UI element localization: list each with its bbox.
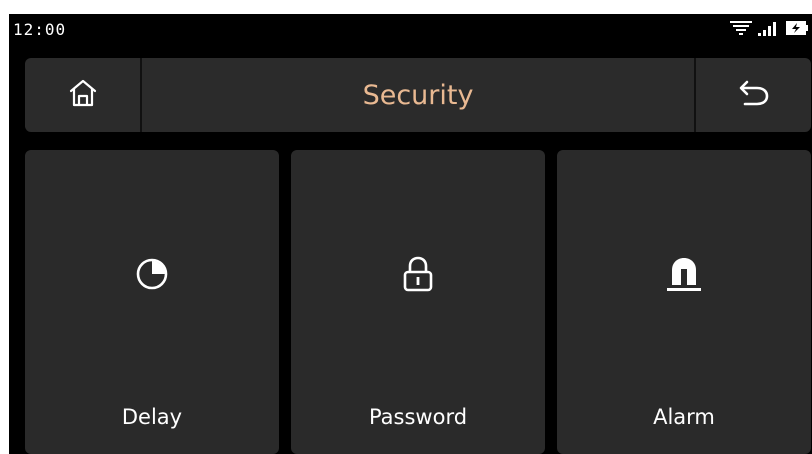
home-button[interactable] — [25, 58, 140, 132]
tile-label-alarm: Alarm — [653, 405, 715, 429]
home-icon — [68, 78, 98, 112]
status-time: 12:00 — [13, 20, 67, 39]
wifi-icon — [730, 20, 752, 40]
status-icons — [730, 20, 808, 40]
back-icon — [737, 78, 771, 112]
signal-icon — [758, 20, 780, 40]
security-tiles: Delay Password Alarm — [25, 150, 811, 454]
tile-password[interactable]: Password — [291, 150, 545, 454]
battery-icon — [786, 20, 808, 40]
page-title: Security — [362, 79, 474, 111]
status-bar: 12:00 — [9, 14, 812, 50]
device-screen: 12:00 Security Delay Password Alarm — [9, 14, 812, 454]
tile-label-password: Password — [368, 405, 468, 429]
tile-alarm[interactable]: Alarm — [557, 150, 811, 454]
lock-icon — [402, 255, 434, 297]
back-button[interactable] — [696, 58, 811, 132]
tile-delay[interactable]: Delay — [25, 150, 279, 454]
tile-label-delay: Delay — [121, 405, 183, 429]
header-bar: Security — [25, 58, 811, 132]
timer-icon — [135, 257, 169, 295]
alarm-siren-icon — [664, 254, 704, 298]
